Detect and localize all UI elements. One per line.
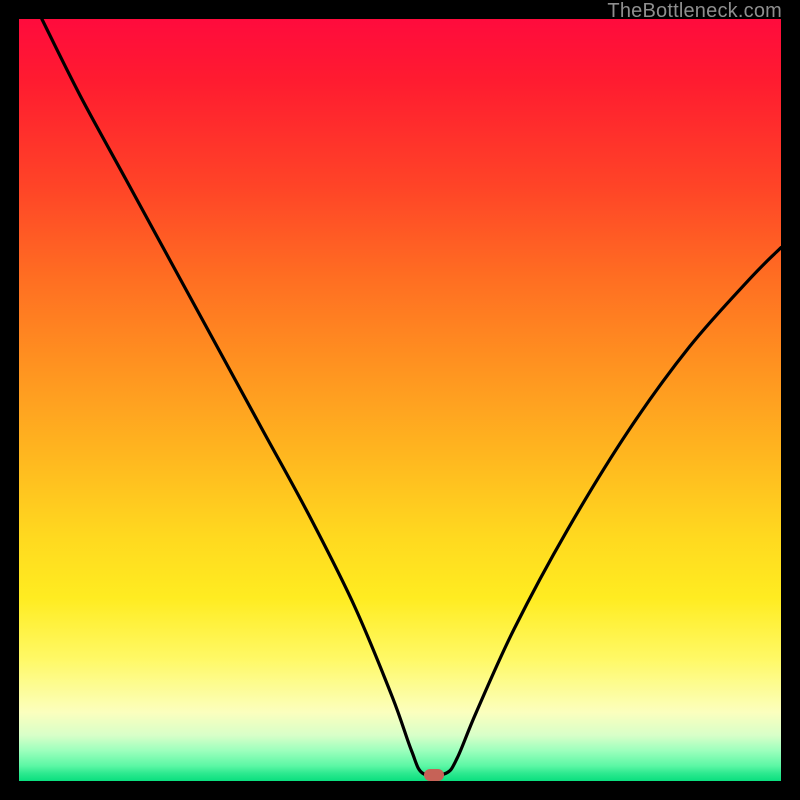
optimal-marker — [424, 769, 444, 781]
bottleneck-curve — [42, 19, 781, 776]
chart-container: TheBottleneck.com — [0, 0, 800, 800]
curve-layer — [19, 19, 781, 781]
plot-area — [19, 19, 781, 781]
